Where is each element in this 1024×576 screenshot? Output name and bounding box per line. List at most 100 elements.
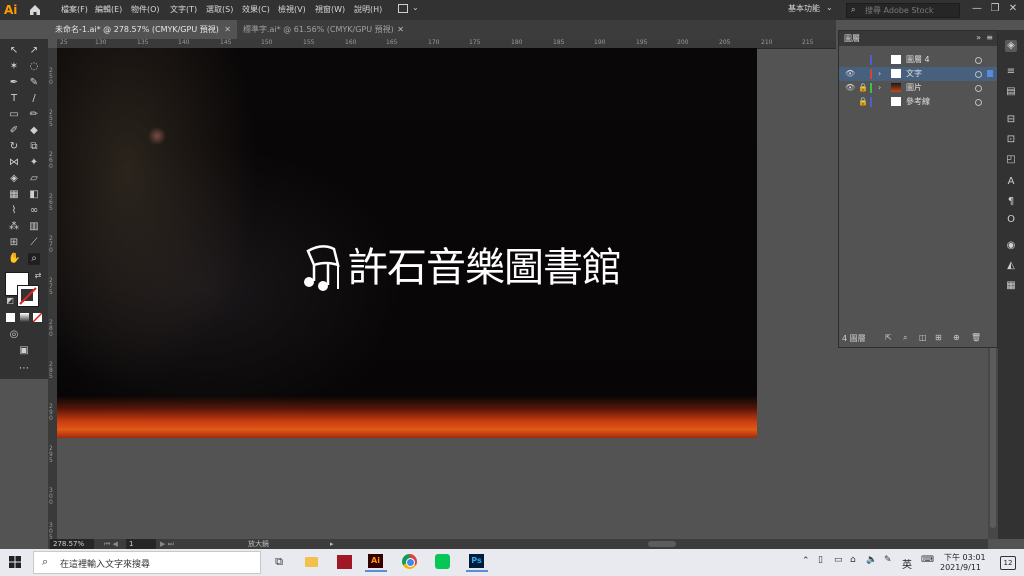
- blend-tool-icon[interactable]: ∞: [28, 205, 40, 217]
- stock-search-input[interactable]: ⌕ 搜尋 Adobe Stock: [846, 3, 960, 18]
- lasso-tool-icon[interactable]: ◌: [28, 61, 40, 73]
- swatches-icon[interactable]: ▦: [1005, 280, 1017, 292]
- tab-standard-type[interactable]: 標準字.ai* @ 61.56% (CMYK/GPU 預視) ✕: [238, 20, 410, 39]
- status-current-tool[interactable]: 放大鏡: [248, 539, 269, 549]
- menu-effect[interactable]: 效果(C): [242, 3, 270, 17]
- puppet-warp-tool-icon[interactable]: ✦: [28, 157, 40, 169]
- status-menu-arrow-icon[interactable]: ▸: [330, 539, 334, 549]
- target-icon[interactable]: [975, 71, 982, 78]
- column-graph-tool-icon[interactable]: ▥: [28, 221, 40, 233]
- minimize-button[interactable]: —: [968, 2, 986, 16]
- expand-arrow-icon[interactable]: ›: [878, 67, 881, 81]
- close-icon[interactable]: ✕: [224, 20, 231, 39]
- mesh-tool-icon[interactable]: ▦: [8, 189, 20, 201]
- show-hidden-icons-icon[interactable]: ⌃: [802, 556, 810, 566]
- lock-icon[interactable]: 🔒: [858, 81, 868, 95]
- eyedropper-tool-icon[interactable]: ⌇: [8, 205, 20, 217]
- expand-arrow-icon[interactable]: ›: [878, 81, 881, 95]
- pen-input-icon[interactable]: ✎: [884, 555, 892, 565]
- align-icon[interactable]: ⊟: [1005, 114, 1017, 126]
- slice-tool-icon[interactable]: ⟋: [28, 237, 40, 249]
- menu-type[interactable]: 文字(T): [170, 3, 197, 17]
- close-button[interactable]: ✕: [1004, 2, 1022, 16]
- network-icon[interactable]: ⌂: [850, 555, 856, 565]
- layer-row[interactable]: 圖層 4: [839, 53, 997, 67]
- transform-icon[interactable]: ⊡: [1005, 134, 1017, 146]
- shape-builder-tool-icon[interactable]: ◈: [8, 173, 20, 185]
- paintbrush-tool-icon[interactable]: ✏: [28, 109, 40, 121]
- default-colors-icon[interactable]: ◩: [4, 295, 16, 307]
- home-icon[interactable]: [28, 3, 42, 17]
- windows-start-icon[interactable]: [9, 556, 21, 568]
- logo-artwork[interactable]: 許石音樂圖書館: [300, 231, 632, 301]
- clock-time[interactable]: 下午 03:01: [944, 552, 986, 563]
- menu-file[interactable]: 檔案(F): [61, 3, 88, 17]
- locate-object-icon[interactable]: ⌕: [903, 333, 907, 343]
- paragraph-icon[interactable]: ¶: [1005, 196, 1017, 208]
- clock-date[interactable]: 2021/9/11: [940, 563, 981, 572]
- taskbar-search-input[interactable]: ⌕ 在這裡輸入文字來搜尋: [33, 551, 261, 574]
- zoom-field[interactable]: 278.57%: [50, 539, 94, 549]
- tab-untitled-1[interactable]: 未命名-1.ai* @ 278.57% (CMYK/GPU 預視) ✕: [50, 20, 237, 39]
- menu-object[interactable]: 物件(O): [131, 3, 160, 17]
- menu-window[interactable]: 視窗(W): [315, 3, 345, 17]
- media-app-icon[interactable]: [334, 552, 356, 572]
- magic-wand-tool-icon[interactable]: ✶: [8, 61, 20, 73]
- gradient-mode-icon[interactable]: [20, 313, 29, 322]
- illustrator-taskbar-icon[interactable]: Ai: [365, 552, 387, 572]
- restore-button[interactable]: ❐: [986, 2, 1004, 16]
- width-tool-icon[interactable]: ⋈: [8, 157, 20, 169]
- target-icon[interactable]: [975, 57, 982, 64]
- appearance-icon[interactable]: ◉: [1005, 240, 1017, 252]
- layers-panel-icon[interactable]: ◈: [1005, 40, 1017, 52]
- notification-center-icon[interactable]: 12: [1000, 556, 1016, 570]
- menu-view[interactable]: 檢視(V): [278, 3, 306, 17]
- horizontal-scrollbar-thumb[interactable]: [648, 541, 676, 547]
- page-nav-next-icon[interactable]: ▶ ⏭: [160, 539, 174, 549]
- color-mode-icon[interactable]: [6, 313, 15, 322]
- rectangle-tool-icon[interactable]: ▭: [8, 109, 20, 121]
- artboard-canvas[interactable]: 許石音樂圖書館: [57, 48, 757, 438]
- pen-tool-icon[interactable]: ✒: [8, 77, 20, 89]
- keyboard-icon[interactable]: ⌨: [921, 555, 934, 565]
- shaper-tool-icon[interactable]: ✐: [8, 125, 20, 137]
- device-icon[interactable]: ▯: [818, 555, 823, 565]
- scale-tool-icon[interactable]: ⧉: [28, 141, 40, 153]
- opentype-icon[interactable]: O: [1005, 214, 1017, 226]
- page-field[interactable]: 1: [126, 539, 156, 549]
- draw-mode-icon[interactable]: ◎: [8, 329, 20, 341]
- workspace-switcher[interactable]: 基本功能: [788, 3, 820, 14]
- swap-fill-stroke-icon[interactable]: ⇄: [32, 270, 44, 282]
- chrome-icon[interactable]: [399, 552, 421, 572]
- gradient-tool-icon[interactable]: ◧: [28, 189, 40, 201]
- layer-row[interactable]: 👁 🔒 › 圖片: [839, 81, 997, 95]
- photoshop-taskbar-icon[interactable]: Ps: [466, 552, 488, 572]
- curvature-tool-icon[interactable]: ✎: [28, 77, 40, 89]
- perspective-grid-tool-icon[interactable]: ▱: [28, 173, 40, 185]
- character-icon[interactable]: A: [1005, 176, 1017, 188]
- artboard-tool-icon[interactable]: ⊞: [8, 237, 20, 249]
- target-icon[interactable]: [975, 99, 982, 106]
- layer-row-selected[interactable]: 👁 › 文字: [839, 67, 997, 81]
- pathfinder-icon[interactable]: ◰: [1005, 154, 1017, 166]
- eraser-tool-icon[interactable]: ◆: [28, 125, 40, 137]
- selection-tool-icon[interactable]: ↖: [8, 45, 20, 57]
- stroke-swatch[interactable]: [17, 285, 39, 307]
- type-tool-icon[interactable]: T: [8, 93, 20, 105]
- arrange-documents-icon[interactable]: [398, 4, 408, 13]
- target-icon[interactable]: [975, 85, 982, 92]
- symbol-sprayer-tool-icon[interactable]: ⁂: [8, 221, 20, 233]
- chevron-down-icon[interactable]: ⌄: [826, 3, 833, 12]
- vertical-ruler[interactable]: 250 255 260 265 270 275 280 285 290 295 …: [48, 48, 57, 541]
- layer-row[interactable]: 🔒 參考線: [839, 95, 997, 109]
- close-icon[interactable]: ✕: [397, 20, 404, 39]
- menu-edit[interactable]: 編輯(E): [95, 3, 122, 17]
- none-mode-icon[interactable]: [33, 313, 42, 322]
- ime-indicator[interactable]: 英: [902, 556, 912, 571]
- rotate-tool-icon[interactable]: ↻: [8, 141, 20, 153]
- panel-menu-icon[interactable]: ≡: [986, 33, 993, 42]
- lock-icon[interactable]: 🔒: [858, 95, 868, 109]
- battery-icon[interactable]: ▭: [834, 555, 843, 565]
- volume-icon[interactable]: 🔈: [866, 555, 877, 565]
- line-tool-icon[interactable]: /: [28, 93, 40, 105]
